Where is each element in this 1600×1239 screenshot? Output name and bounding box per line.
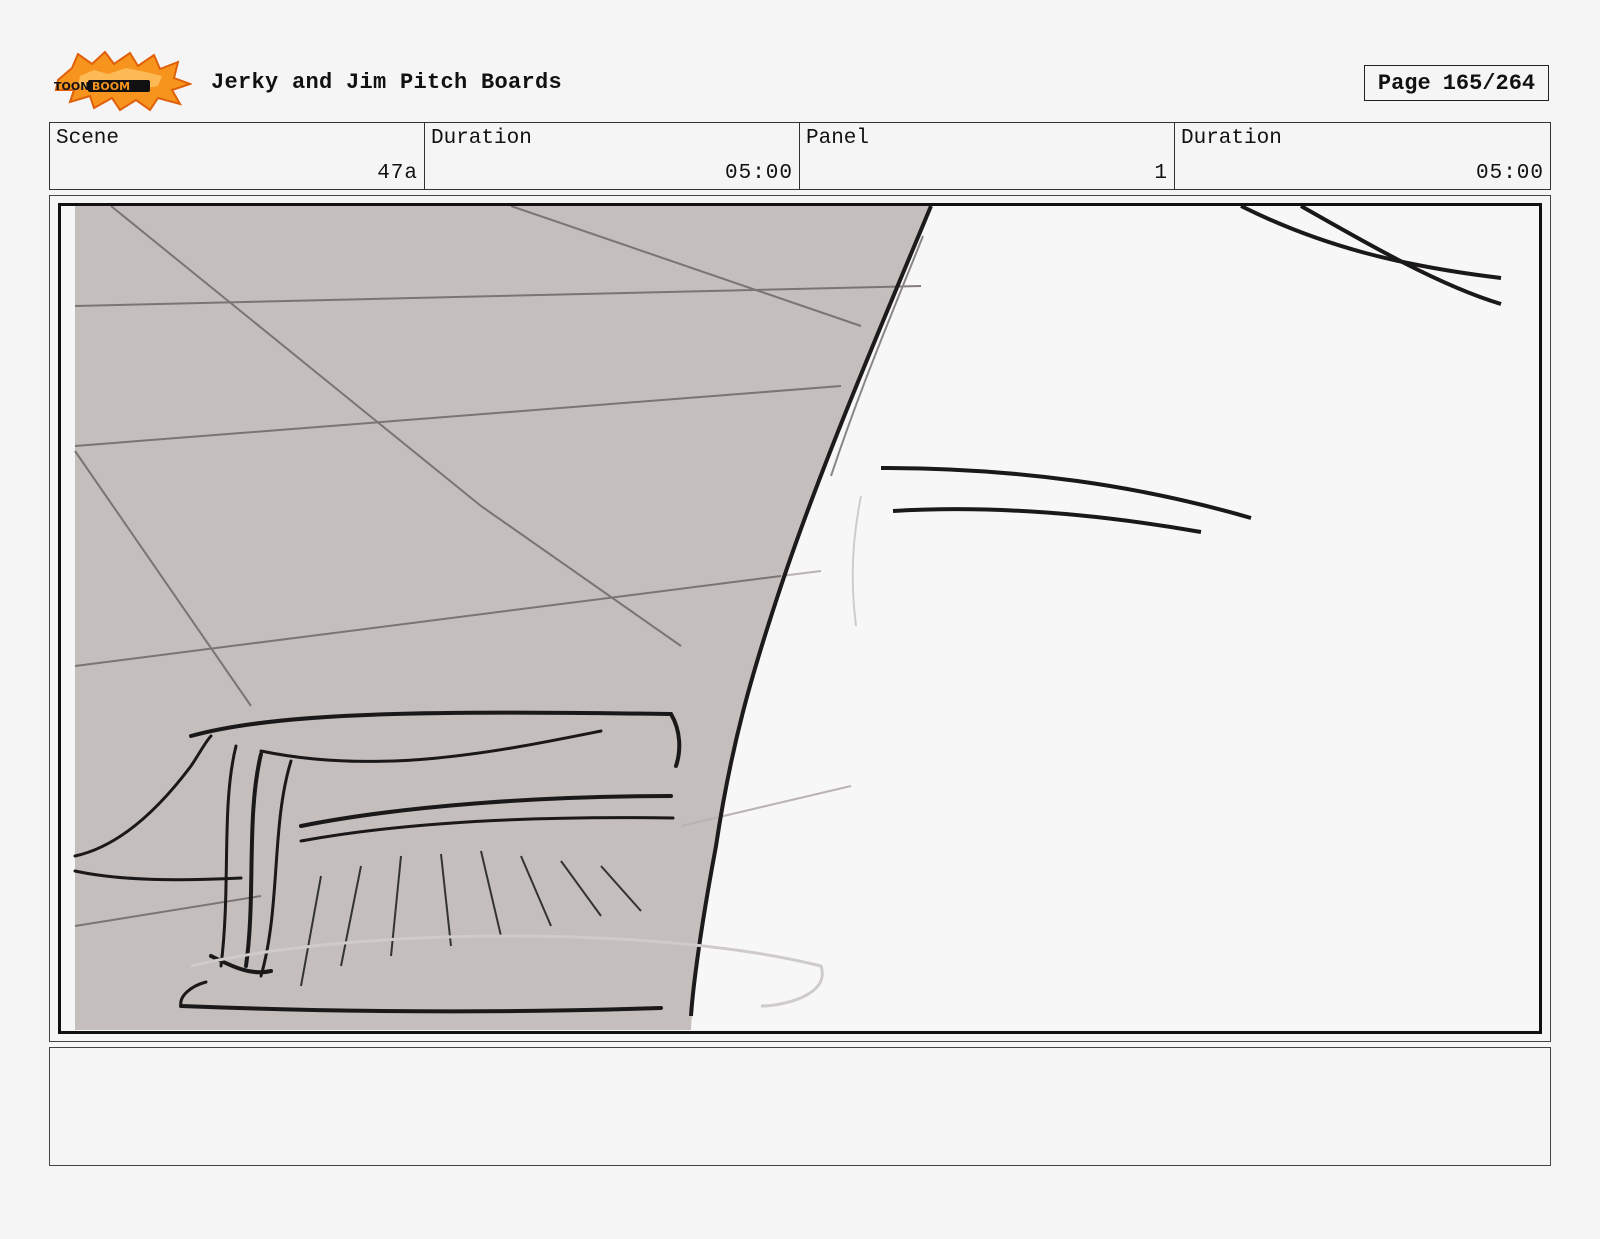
page-label: Page: [1377, 70, 1431, 96]
panel-duration-cell: Duration 05:00: [1175, 123, 1550, 189]
scene-value: 47a: [377, 162, 418, 185]
panel-duration-label: Duration: [1181, 127, 1282, 150]
svg-text:TOON: TOON: [54, 80, 89, 93]
notes-box: [49, 1047, 1551, 1166]
page-number: 165/264: [1442, 70, 1536, 96]
svg-text:BOOM: BOOM: [92, 80, 130, 93]
scene-duration-cell: Duration 05:00: [425, 123, 800, 189]
scene-label: Scene: [56, 127, 120, 150]
panel-label: Panel: [806, 127, 870, 150]
document-title: Jerky and Jim Pitch Boards: [211, 70, 563, 95]
storyboard-drawing: [58, 203, 1542, 1034]
scene-duration-value: 05:00: [724, 162, 793, 185]
panel-value: 1: [1154, 162, 1168, 185]
scene-cell: Scene 47a: [50, 123, 425, 189]
panel-duration-value: 05:00: [1475, 162, 1544, 185]
toonboom-logo: TOON BOOM: [50, 50, 193, 112]
scene-info-table: Scene 47a Duration 05:00 Panel 1 Duratio…: [49, 122, 1551, 190]
scene-duration-label: Duration: [431, 127, 532, 150]
page-indicator: Page 165/264: [1364, 65, 1549, 101]
panel-cell: Panel 1: [800, 123, 1175, 189]
